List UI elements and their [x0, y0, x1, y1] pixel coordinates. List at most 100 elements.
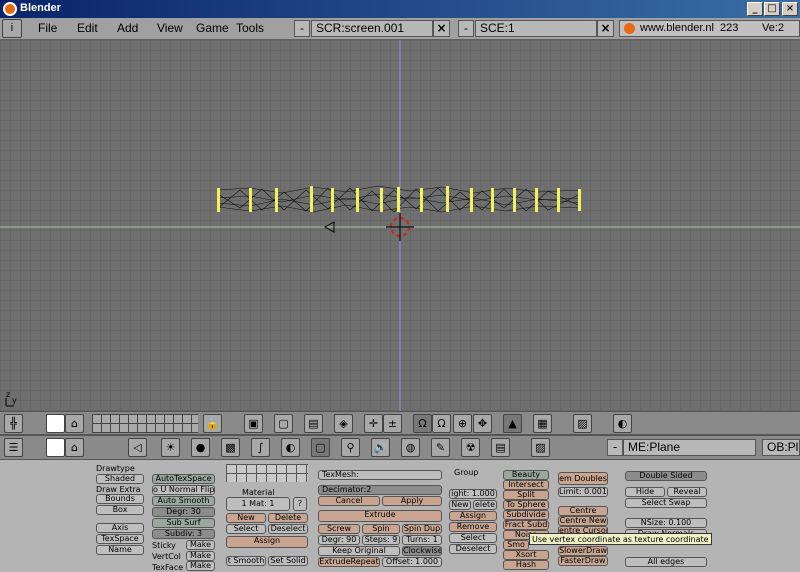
- group-new-button[interactable]: New: [449, 500, 471, 510]
- pivot-cursor-icon[interactable]: ⊕: [453, 414, 472, 433]
- animation-buttons-icon[interactable]: ∫: [251, 438, 270, 457]
- auto-smooth-toggle[interactable]: Auto Smooth: [152, 496, 215, 506]
- layer-buttons[interactable]: [92, 414, 198, 433]
- beauty-toggle[interactable]: Beauty: [503, 470, 549, 480]
- minimize-button[interactable]: _: [747, 2, 763, 16]
- offset-field[interactable]: Offset: 1.000: [382, 557, 442, 567]
- degr90-field[interactable]: Degr: 90: [318, 535, 360, 545]
- remove-doubles-button[interactable]: em Doubles: [558, 472, 608, 485]
- sound-buttons-icon[interactable]: 🔊: [371, 438, 390, 457]
- select-swap-button[interactable]: Select Swap: [625, 498, 707, 508]
- scene-browse-button[interactable]: -: [458, 20, 474, 37]
- scene-delete-button[interactable]: ×: [597, 20, 614, 37]
- info-window-icon[interactable]: i: [2, 19, 22, 38]
- scene-name-field[interactable]: SCE:1: [475, 20, 597, 37]
- autotexspace-toggle[interactable]: AutoTexSpace: [152, 474, 215, 484]
- bounds-button[interactable]: Bounds: [96, 494, 144, 504]
- menu-edit[interactable]: Edit: [77, 21, 98, 35]
- world-globe-icon[interactable]: ◍: [401, 438, 420, 457]
- edit-buttons-icon[interactable]: ▢: [311, 438, 330, 457]
- camera-view-icon[interactable]: ▤: [304, 414, 323, 433]
- faster-draw-button[interactable]: FasterDraw: [558, 556, 608, 566]
- group-select-button[interactable]: Select: [449, 533, 497, 543]
- material-select-button[interactable]: Select: [226, 524, 266, 534]
- material-index-field[interactable]: 1 Mat: 1: [226, 497, 290, 511]
- menu-tools[interactable]: Tools: [236, 21, 264, 35]
- box-menu[interactable]: Box: [96, 505, 144, 515]
- local-view-icon[interactable]: ▣: [244, 414, 263, 433]
- all-edges-toggle[interactable]: All edges: [625, 557, 707, 567]
- xsort-button[interactable]: Xsort: [503, 550, 549, 560]
- extrude-repeat-button[interactable]: ExtrudeRepeat: [318, 557, 380, 567]
- spin-dup-button[interactable]: Spin Dup: [402, 524, 442, 534]
- hide-button[interactable]: Hide: [625, 487, 665, 497]
- degr-field[interactable]: Degr: 30: [152, 507, 215, 517]
- vertcol-make-button[interactable]: Make: [186, 551, 215, 561]
- centre-new-button[interactable]: Centre New: [558, 516, 608, 526]
- material-color-swatches[interactable]: [226, 464, 308, 482]
- vertex-weight-field[interactable]: ight: 1.000: [449, 489, 497, 499]
- set-smooth-button[interactable]: t Smooth: [226, 556, 266, 566]
- group-deselect-button[interactable]: Deselect: [449, 544, 497, 554]
- full-window-icon[interactable]: [46, 438, 65, 457]
- constraint-buttons-icon[interactable]: ⚲: [341, 438, 360, 457]
- zoom-icon[interactable]: ±: [383, 414, 402, 433]
- intersect-button[interactable]: Intersect: [503, 480, 549, 490]
- drawtype-menu[interactable]: Shaded: [96, 474, 144, 484]
- close-button[interactable]: ×: [782, 2, 798, 16]
- screw-button[interactable]: Screw: [318, 524, 360, 534]
- home-icon[interactable]: ⌂: [65, 414, 84, 433]
- perspective-icon[interactable]: ▢: [274, 414, 293, 433]
- decimator-apply-button[interactable]: Apply: [382, 496, 442, 506]
- view-buttons-icon[interactable]: ◁: [128, 438, 147, 457]
- mesh-name-field[interactable]: ME:Plane: [623, 439, 756, 456]
- pivot-median-icon[interactable]: Ω: [432, 414, 451, 433]
- subdivide-button[interactable]: Subdivide: [503, 510, 549, 520]
- subdiv-field[interactable]: Subdiv: 3: [152, 529, 215, 539]
- lock-icon[interactable]: 🔒: [203, 414, 222, 433]
- radiosity-buttons-icon[interactable]: ☢: [461, 438, 480, 457]
- texture-buttons-icon[interactable]: ▩: [221, 438, 240, 457]
- group-delete-button[interactable]: elete: [473, 500, 497, 510]
- texface-make-button[interactable]: Make: [186, 561, 215, 571]
- texmesh-field[interactable]: TexMesh:: [318, 470, 442, 480]
- screen-browse-button[interactable]: -: [294, 20, 310, 37]
- decimator-cancel-button[interactable]: Cancel: [318, 496, 380, 506]
- centre-button[interactable]: Centre: [558, 506, 608, 516]
- sticky-make-button[interactable]: Make: [186, 540, 215, 550]
- screen-delete-button[interactable]: ×: [433, 20, 450, 37]
- group-assign-button[interactable]: Assign: [449, 511, 497, 521]
- lamp-buttons-icon[interactable]: ☀: [161, 438, 180, 457]
- nsize-field[interactable]: NSize: 0.100: [625, 518, 707, 528]
- pivot-bounds-icon[interactable]: Ω: [413, 414, 432, 433]
- home-icon[interactable]: ⌂: [65, 438, 84, 457]
- image-icon[interactable]: ▨: [573, 414, 592, 433]
- maximize-button[interactable]: □: [764, 2, 780, 16]
- script-buttons-icon[interactable]: ▤: [491, 438, 510, 457]
- mesh-browse-button[interactable]: -: [607, 439, 623, 456]
- steps-field[interactable]: Steps: 9: [362, 535, 400, 545]
- pivot-individual-icon[interactable]: ✥: [473, 414, 492, 433]
- clockwise-toggle[interactable]: Clockwise: [402, 546, 442, 556]
- material-query-button[interactable]: ?: [293, 497, 307, 511]
- extrude-button[interactable]: Extrude: [318, 510, 442, 522]
- draw-mode-icon[interactable]: ◈: [334, 414, 353, 433]
- subsurf-toggle[interactable]: Sub Surf: [152, 518, 215, 528]
- full-window-icon[interactable]: [46, 414, 65, 433]
- limit-field[interactable]: Limit: 0.001: [558, 487, 608, 497]
- to-sphere-button[interactable]: To Sphere: [503, 500, 549, 510]
- name-button[interactable]: Name: [96, 545, 144, 555]
- smooth-button[interactable]: Smo: [503, 540, 529, 550]
- material-deselect-button[interactable]: Deselect: [268, 524, 308, 534]
- translate-icon[interactable]: ✛: [364, 414, 383, 433]
- grid-icon[interactable]: ▦: [533, 414, 552, 433]
- proportional-icon[interactable]: ▲: [503, 414, 522, 433]
- turns-field[interactable]: Turns: 1: [402, 535, 442, 545]
- display-buttons-icon[interactable]: ▨: [531, 438, 550, 457]
- reveal-button[interactable]: Reveal: [667, 487, 707, 497]
- buttons-window-type-icon[interactable]: ☰: [4, 438, 23, 457]
- keep-original-toggle[interactable]: Keep Original: [318, 546, 400, 556]
- material-new-button[interactable]: New: [226, 513, 266, 523]
- material-buttons-icon[interactable]: ●: [191, 438, 210, 457]
- hash-button[interactable]: Hash: [503, 560, 549, 570]
